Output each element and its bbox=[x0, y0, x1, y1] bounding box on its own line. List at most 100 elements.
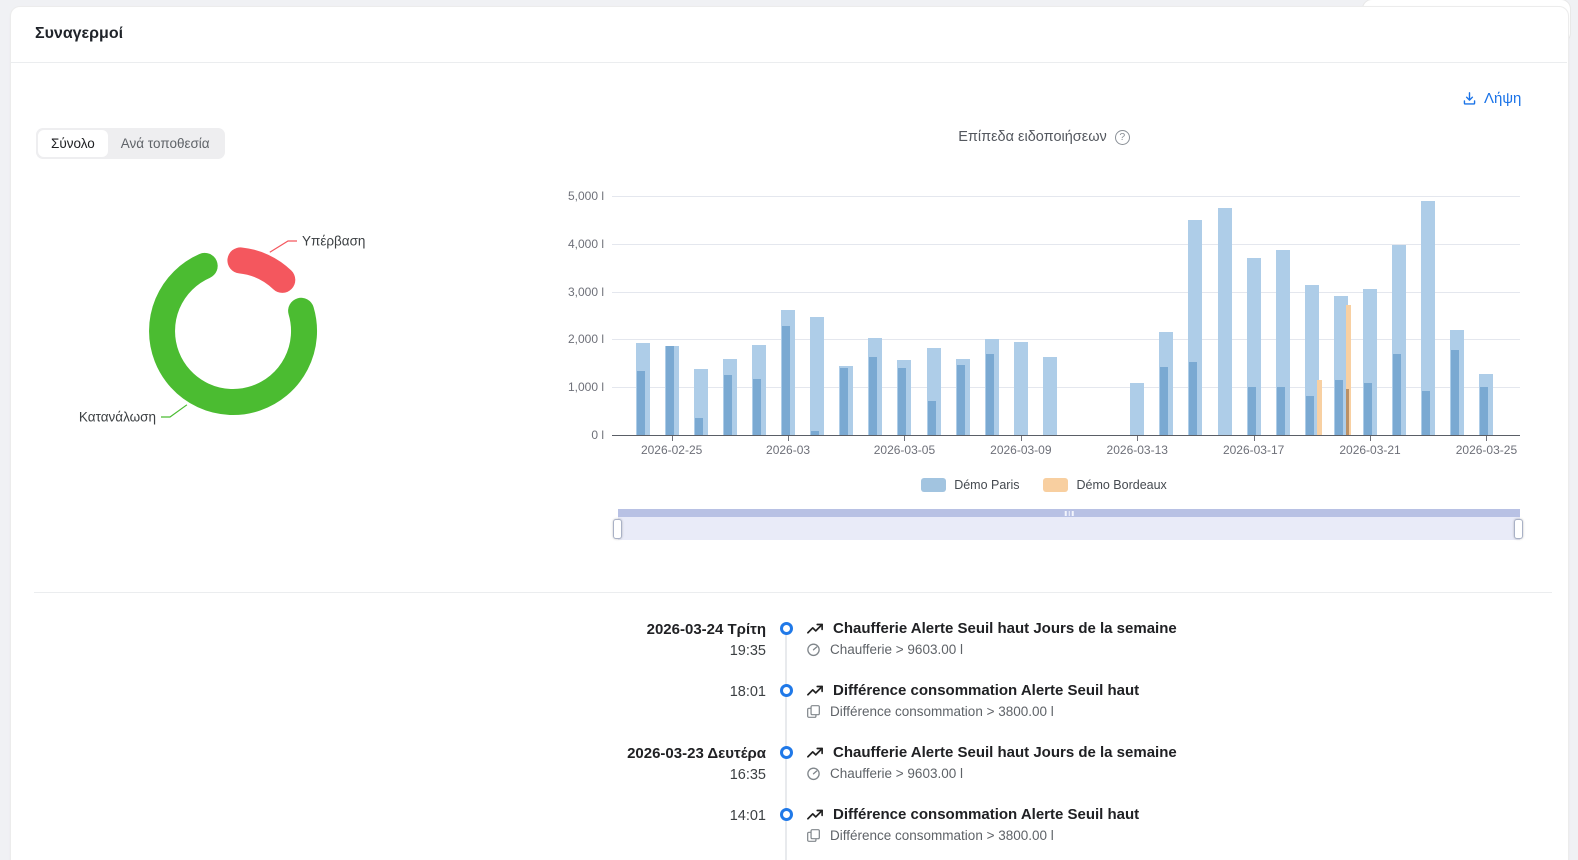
legend-item-demo-paris[interactable]: Démo Paris bbox=[921, 478, 1019, 492]
consumption-label-line bbox=[161, 405, 187, 417]
alert-detail: Chaufferie > 9603.00 l bbox=[830, 641, 963, 658]
alert-title: Chaufferie Alerte Seuil haut Jours de la… bbox=[833, 619, 1177, 638]
trending-up-icon bbox=[806, 682, 824, 700]
difference-icon bbox=[806, 704, 821, 719]
gridline bbox=[612, 196, 1520, 197]
bar-demo-paris bbox=[1130, 383, 1144, 435]
view-tabs: Σύνολο Ανά τοποθεσία bbox=[36, 128, 225, 159]
tab-per-location[interactable]: Ανά τοποθεσία bbox=[108, 130, 223, 157]
x-axis-tick bbox=[1370, 436, 1371, 441]
alarms-screen: Συναγερμοί Λήψη Σύνολο Ανά τοποθεσία Υπέ… bbox=[0, 0, 1578, 860]
x-axis-tick bbox=[672, 436, 673, 441]
bar-demo-paris-overlap bbox=[1393, 354, 1401, 435]
bar-demo-paris-overlap bbox=[1306, 396, 1314, 435]
bar-demo-paris-overlap bbox=[637, 371, 645, 436]
x-axis-tick bbox=[904, 436, 905, 441]
excess-slice[interactable] bbox=[240, 260, 282, 280]
x-axis-label: 2026-03 bbox=[738, 443, 838, 457]
legend-swatch bbox=[921, 478, 946, 492]
trending-up-icon bbox=[806, 620, 824, 638]
bar-demo-paris-overlap bbox=[1422, 391, 1430, 436]
x-axis-tick bbox=[1254, 436, 1255, 441]
x-axis-tick bbox=[788, 436, 789, 441]
x-axis-label: 2026-03-25 bbox=[1436, 443, 1536, 457]
timeline-dot bbox=[780, 746, 793, 759]
bar-demo-paris-overlap bbox=[840, 368, 848, 435]
datazoom-handle-left[interactable] bbox=[613, 519, 622, 539]
bar-chart-plot[interactable]: 5,000 l4,000 l3,000 l2,000 l1,000 l0 l20… bbox=[612, 196, 1520, 436]
x-axis-label: 2026-03-17 bbox=[1204, 443, 1304, 457]
tab-total[interactable]: Σύνολο bbox=[38, 130, 108, 157]
timeline-event: 14:01Différence consommation Alerte Seui… bbox=[34, 805, 1552, 860]
bar-demo-paris-overlap bbox=[1248, 387, 1256, 435]
page-title: Συναγερμοί bbox=[35, 25, 123, 43]
bar-demo-paris-overlap bbox=[782, 326, 790, 435]
legend-item-demo-bordeaux[interactable]: Démo Bordeaux bbox=[1043, 478, 1166, 492]
alert-detail: Différence consommation > 3800.00 l bbox=[830, 827, 1054, 844]
datazoom-window[interactable] bbox=[618, 517, 1520, 540]
download-button[interactable]: Λήψη bbox=[1462, 90, 1521, 107]
timeline-event: 2026-03-24 Τρίτη19:35Chaufferie Alerte S… bbox=[34, 619, 1552, 681]
alert-title: Chaufferie Alerte Seuil haut Jours de la… bbox=[833, 743, 1177, 762]
bar-demo-paris-overlap bbox=[811, 431, 819, 435]
gridline bbox=[612, 339, 1520, 340]
x-axis-label: 2026-02-25 bbox=[622, 443, 722, 457]
bar-demo-paris-overlap bbox=[1335, 380, 1343, 435]
datazoom-slider[interactable] bbox=[618, 509, 1520, 540]
help-icon[interactable]: ? bbox=[1115, 130, 1130, 145]
y-axis-label: 1,000 l bbox=[516, 380, 604, 394]
datazoom-handle-right[interactable] bbox=[1514, 519, 1523, 539]
timeline-event: 2026-03-23 Δευτέρα16:35Chaufferie Alerte… bbox=[34, 743, 1552, 805]
x-axis-tick bbox=[1137, 436, 1138, 441]
y-axis-label: 5,000 l bbox=[516, 189, 604, 203]
y-axis-label: 3,000 l bbox=[516, 285, 604, 299]
gridline bbox=[612, 244, 1520, 245]
excess-label: Υπέρβαση bbox=[302, 234, 365, 249]
bar-demo-paris-overlap bbox=[1364, 383, 1372, 435]
bar-demo-paris bbox=[810, 317, 824, 436]
difference-icon bbox=[806, 828, 821, 843]
chart-title-row: Επίπεδα ειδοποιήσεων ? bbox=[590, 129, 1498, 145]
bar-demo-paris bbox=[1218, 208, 1232, 435]
timeline-rows: 2026-03-24 Τρίτη19:35Chaufferie Alerte S… bbox=[34, 619, 1552, 860]
y-axis-label: 4,000 l bbox=[516, 237, 604, 251]
x-axis-label: 2026-03-13 bbox=[1087, 443, 1187, 457]
timeline-time: 19:35 bbox=[34, 640, 766, 662]
gridline bbox=[612, 387, 1520, 388]
alert-share-donut[interactable]: Υπέρβαση Κατανάλωση bbox=[75, 225, 405, 430]
x-axis-tick bbox=[1486, 436, 1487, 441]
timeline-dot bbox=[780, 622, 793, 635]
gridline bbox=[612, 292, 1520, 293]
x-axis-label: 2026-03-21 bbox=[1320, 443, 1420, 457]
bar-demo-paris-overlap bbox=[1451, 350, 1459, 435]
bar-demo-paris-overlap bbox=[1160, 367, 1168, 435]
alert-detail: Différence consommation > 3800.00 l bbox=[830, 703, 1054, 720]
alert-title: Différence consommation Alerte Seuil hau… bbox=[833, 681, 1139, 700]
timeline-time: 18:01 bbox=[34, 681, 766, 703]
bar-demo-paris-overlap bbox=[898, 368, 906, 435]
alert-detail: Chaufferie > 9603.00 l bbox=[830, 765, 963, 782]
bar-demo-paris-overlap bbox=[1277, 387, 1285, 435]
trending-up-icon bbox=[806, 744, 824, 762]
bar-demo-paris-overlap bbox=[753, 379, 761, 435]
timeline-event: 18:01 Différence consommation Alerte Seui… bbox=[34, 681, 1552, 743]
timeline-dot bbox=[780, 808, 793, 821]
timeline-time: 16:35 bbox=[34, 764, 766, 786]
bar-demo-bordeaux bbox=[1317, 380, 1322, 435]
excess-label-line bbox=[270, 241, 297, 252]
legend-label: Démo Bordeaux bbox=[1076, 478, 1166, 492]
bar-demo-paris bbox=[1014, 342, 1028, 435]
chart-title: Επίπεδα ειδοποιήσεων bbox=[958, 129, 1107, 145]
bar-demo-paris-overlap bbox=[928, 401, 936, 435]
bar-demo-paris-overlap bbox=[695, 418, 703, 435]
y-axis-label: 0 l bbox=[516, 428, 604, 442]
trending-up-icon bbox=[806, 806, 824, 824]
datazoom-grip[interactable] bbox=[1065, 511, 1074, 516]
x-axis-label: 2026-03-05 bbox=[854, 443, 954, 457]
legend-label: Démo Paris bbox=[954, 478, 1019, 492]
bar-demo-bordeaux-overlap bbox=[1346, 389, 1349, 435]
consumption-label: Κατανάλωση bbox=[79, 410, 156, 425]
bar-demo-paris-overlap bbox=[986, 354, 994, 435]
y-axis-label: 2,000 l bbox=[516, 332, 604, 346]
x-axis-tick bbox=[1021, 436, 1022, 441]
